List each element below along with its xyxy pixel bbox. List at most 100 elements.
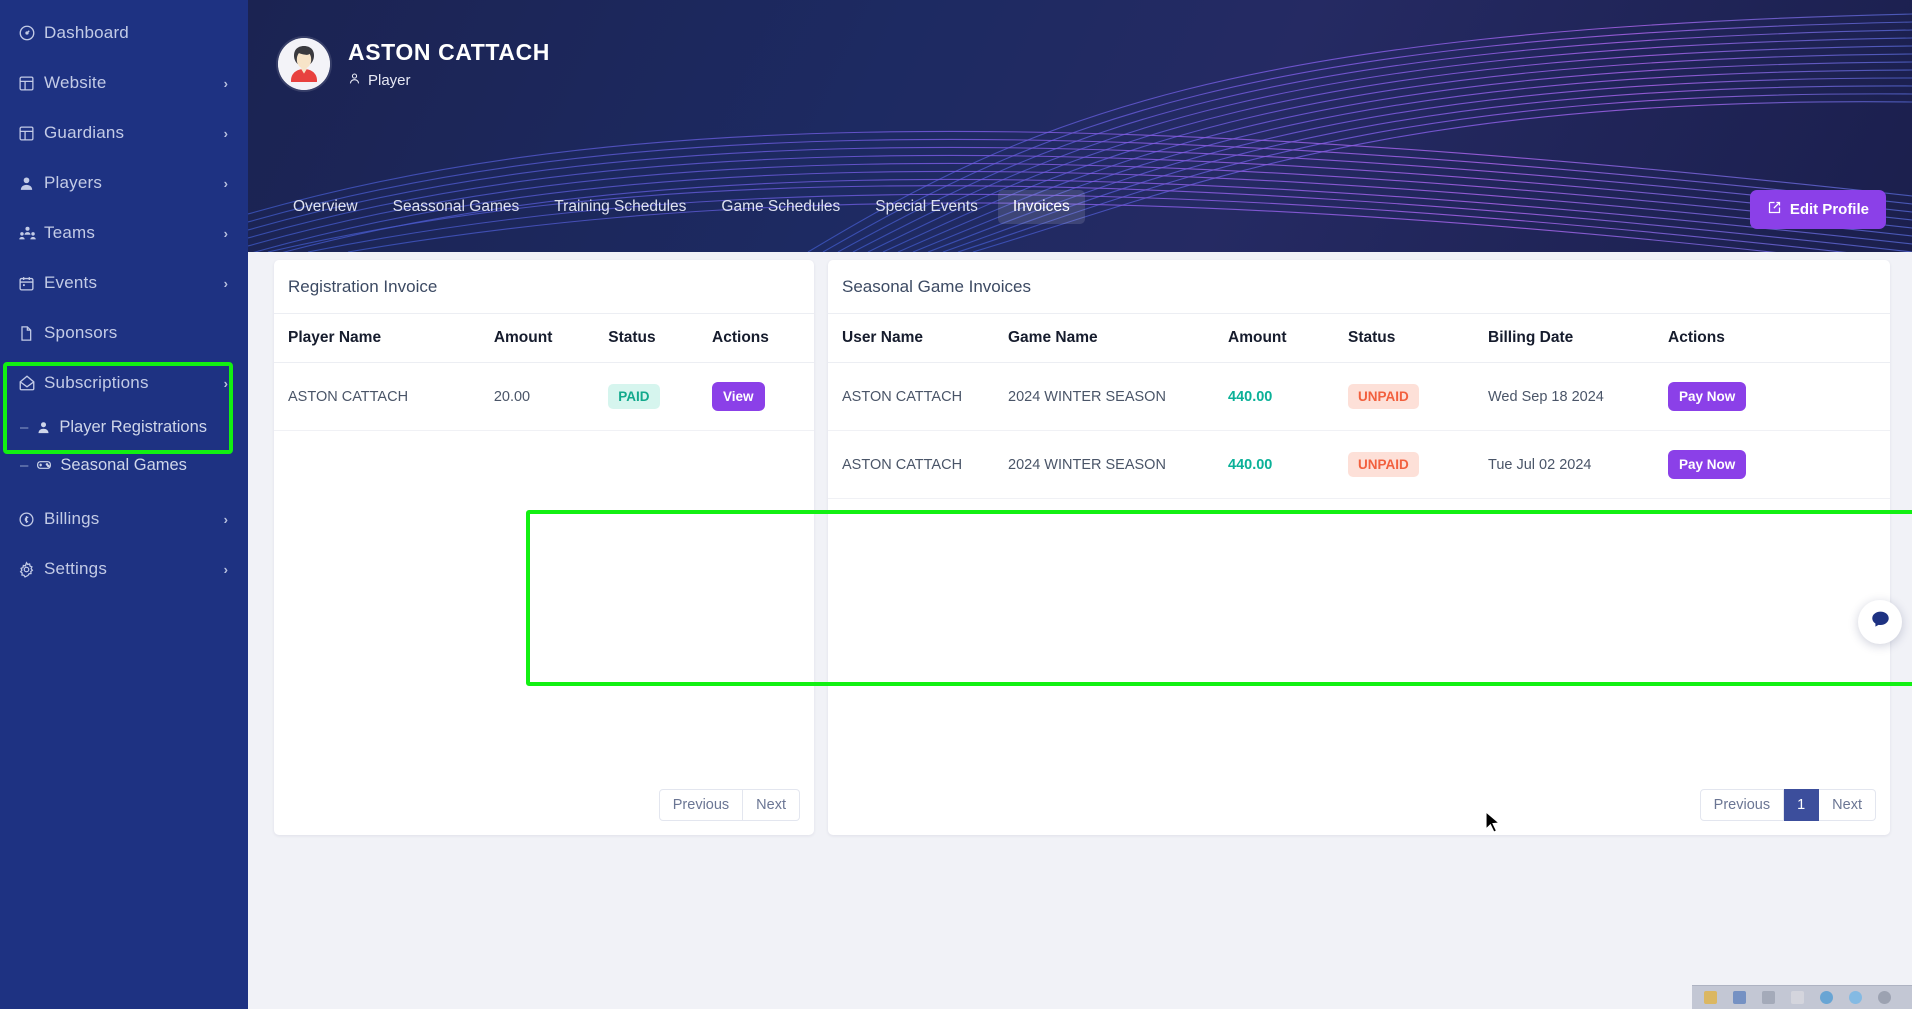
cell-amount: 20.00 <box>483 362 599 431</box>
profile-role: Player <box>348 72 550 89</box>
user-icon <box>36 420 51 435</box>
table-row: ASTON CATTACH 2024 WINTER SEASON 440.00 … <box>828 430 1890 499</box>
profile-tabs: Overview Seassonal Games Training Schedu… <box>278 190 1085 224</box>
pay-now-button[interactable]: Pay Now <box>1668 450 1747 479</box>
chevron-right-icon: › <box>223 125 228 141</box>
calendar-icon <box>18 275 44 292</box>
tab-seassonal-games[interactable]: Seassonal Games <box>378 190 535 224</box>
column-header-billing-date: Billing Date <box>1478 314 1658 363</box>
taskbar-icon-1[interactable] <box>1704 991 1717 1004</box>
avatar <box>278 38 330 90</box>
seasonal-pagination: Previous 1 Next <box>828 775 1890 835</box>
column-header-amount: Amount <box>1218 314 1338 363</box>
gamepad-icon <box>36 457 52 473</box>
taskbar-icon-2[interactable] <box>1733 991 1746 1004</box>
sidebar-item-label: Billings <box>44 509 100 528</box>
cell-actions: Pay Now <box>1658 362 1890 431</box>
column-header-status: Status <box>598 314 703 363</box>
profile-role-label: Player <box>368 72 411 89</box>
sidebar-item-billings[interactable]: Billings › <box>0 494 248 544</box>
cell-actions: View <box>702 362 814 431</box>
pagination-previous-button[interactable]: Previous <box>658 789 744 821</box>
seasonal-card-title: Seasonal Game Invoices <box>828 260 1890 314</box>
edit-profile-label: Edit Profile <box>1789 201 1869 218</box>
table-row: ASTON CATTACH 2024 WINTER SEASON 440.00 … <box>828 362 1890 431</box>
chevron-right-icon: › <box>223 175 228 191</box>
sidebar-item-subscriptions[interactable]: Subscriptions › <box>0 358 248 408</box>
file-icon <box>18 325 44 342</box>
cell-player-name: ASTON CATTACH <box>274 362 484 431</box>
chat-widget-button[interactable] <box>1858 600 1902 644</box>
registration-invoice-card: Registration Invoice Player Name Amount … <box>274 260 814 835</box>
gear-icon <box>18 560 44 578</box>
pay-now-button[interactable]: Pay Now <box>1668 382 1747 411</box>
user-icon <box>18 175 44 192</box>
sidebar-item-players[interactable]: Players › <box>0 158 248 208</box>
edit-square-icon <box>1767 200 1782 219</box>
sidebar-item-label: Dashboard <box>44 23 129 42</box>
sidebar-item-seasonal-games[interactable]: – Seasonal Games <box>0 446 248 484</box>
column-header-actions: Actions <box>1658 314 1890 363</box>
pagination-next-button[interactable]: Next <box>743 789 800 821</box>
chevron-right-icon: › <box>223 75 228 91</box>
status-badge: UNPAID <box>1348 452 1419 477</box>
pagination-next-button[interactable]: Next <box>1819 789 1876 821</box>
taskbar-icon-3[interactable] <box>1762 991 1775 1004</box>
cell-amount: 440.00 <box>1218 362 1338 431</box>
main-area: ASTON CATTACH Player Overview Seassonal … <box>248 0 1912 1009</box>
column-header-game-name: Game Name <box>998 314 1218 363</box>
status-badge: UNPAID <box>1348 384 1419 409</box>
cell-status: PAID <box>598 362 703 431</box>
cell-user-name: ASTON CATTACH <box>828 362 998 431</box>
tab-training-schedules[interactable]: Training Schedules <box>539 190 701 224</box>
tab-overview[interactable]: Overview <box>278 190 373 224</box>
tab-special-events[interactable]: Special Events <box>860 190 993 224</box>
chevron-right-icon: › <box>223 275 228 291</box>
cell-game-name: 2024 WINTER SEASON <box>998 430 1218 499</box>
taskbar-icon-5[interactable] <box>1820 991 1833 1004</box>
sidebar-subitem-label: Player Registrations <box>59 417 207 436</box>
sidebar-item-label: Players <box>44 173 103 192</box>
table-empty-space <box>828 499 1890 775</box>
tab-game-schedules[interactable]: Game Schedules <box>706 190 855 224</box>
registration-card-title: Registration Invoice <box>274 260 814 314</box>
profile-hero-banner: ASTON CATTACH Player Overview Seassonal … <box>248 0 1912 252</box>
cell-user-name: ASTON CATTACH <box>828 430 998 499</box>
page-title: ASTON CATTACH <box>348 39 551 65</box>
layout-icon <box>18 75 44 92</box>
sidebar-item-dashboard[interactable]: Dashboard <box>0 8 248 58</box>
cell-status: UNPAID <box>1338 362 1478 431</box>
sidebar-item-sponsors[interactable]: Sponsors <box>0 308 248 358</box>
pagination-previous-button[interactable]: Previous <box>1699 789 1785 821</box>
chevron-right-icon: › <box>223 561 228 577</box>
pagination-page-1-button[interactable]: 1 <box>1784 789 1820 821</box>
taskbar-icon-4[interactable] <box>1791 991 1804 1004</box>
chat-bubble-icon <box>1870 609 1891 635</box>
sidebar-item-player-registrations[interactable]: – Player Registrations <box>0 408 248 446</box>
column-header-amount: Amount <box>483 314 599 363</box>
column-header-user-name: User Name <box>828 314 998 363</box>
sidebar-item-settings[interactable]: Settings › <box>0 544 248 594</box>
coin-icon <box>18 511 44 528</box>
user-icon <box>348 72 361 89</box>
sidebar-item-events[interactable]: Events › <box>0 258 248 308</box>
cell-game-name: 2024 WINTER SEASON <box>998 362 1218 431</box>
column-header-player-name: Player Name <box>274 314 484 363</box>
dash-marker: – <box>20 456 29 474</box>
cell-billing-date: Wed Sep 18 2024 <box>1478 362 1658 431</box>
sidebar-item-teams[interactable]: Teams › <box>0 208 248 258</box>
status-badge: PAID <box>608 384 660 409</box>
tab-invoices[interactable]: Invoices <box>997 190 1085 224</box>
sidebar-item-guardians[interactable]: Guardians › <box>0 108 248 158</box>
envelope-icon <box>18 374 44 392</box>
gauge-icon <box>18 24 44 42</box>
cell-status: UNPAID <box>1338 430 1478 499</box>
cell-actions: Pay Now <box>1658 430 1890 499</box>
edit-profile-button[interactable]: Edit Profile <box>1749 190 1886 229</box>
sidebar-item-label: Teams <box>44 223 96 242</box>
sidebar-item-website[interactable]: Website › <box>0 58 248 108</box>
view-button[interactable]: View <box>712 382 765 411</box>
chevron-right-icon: › <box>223 511 228 527</box>
taskbar-icon-7[interactable] <box>1878 991 1891 1004</box>
taskbar-icon-6[interactable] <box>1849 991 1862 1004</box>
